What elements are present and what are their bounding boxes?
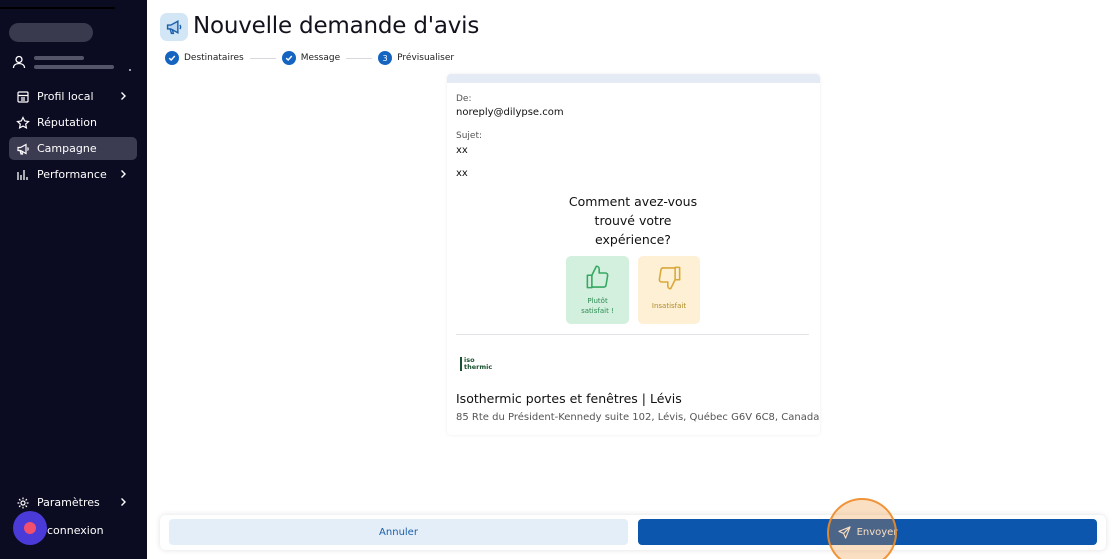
logout-link[interactable]: connexion [47,524,104,537]
thumbs-down-icon [658,266,681,290]
step-previsualiser[interactable]: Prévisualiser [397,53,454,63]
chevron-right-icon [121,92,126,100]
satisfied-label-line: Plutôt [587,297,608,305]
star-icon [16,115,30,129]
bar-chart-icon [17,169,28,180]
thumbs-up-icon [586,265,609,289]
user-name-placeholder [34,56,84,60]
sidebar-item-label: Campagne [37,142,97,155]
chevron-right-icon [121,170,126,178]
user-icon[interactable] [11,54,27,70]
from-label: De: [456,94,472,104]
recording-indicator[interactable] [13,511,47,545]
email-body: xx [456,168,468,179]
sidebar-top-line [0,7,115,9]
subject-label: Sujet: [456,131,483,141]
sidebar-item-reputation[interactable]: Réputation [9,111,137,134]
sidebar-item-label: Performance [37,168,107,181]
user-email-placeholder [34,65,114,69]
user-menu-dot [129,69,131,71]
card-divider [456,334,809,335]
campaign-header-icon [160,13,188,41]
step-done-icon [281,51,296,65]
sidebar-item-label: Réputation [37,116,97,129]
account-switcher[interactable] [9,23,93,42]
business-address: 85 Rte du Président-Kennedy suite 102, L… [456,412,820,423]
megaphone-icon [166,20,182,35]
sidebar-item-profil-local[interactable]: Profil local [9,85,137,108]
chevron-right-icon [121,498,126,506]
step-message[interactable]: Message [301,53,340,63]
send-icon [837,525,851,539]
satisfied-label: Plutôt satisfait ! [566,296,629,316]
stepper: Destinataires Message 3 Prévisualiser [165,51,454,65]
unsatisfied-label: Insatisfait [651,302,687,310]
satisfied-button[interactable]: Plutôt satisfait ! [566,256,629,324]
unsatisfied-button[interactable]: Insatisfait [638,256,700,324]
satisfied-label-line: satisfait ! [581,307,614,315]
business-logo: iso thermic [460,357,496,373]
send-label: Envoyer [856,526,898,538]
subject-value: xx [456,145,468,156]
sidebar-item-label: Profil local [37,90,94,103]
gear-icon [17,497,29,508]
sidebar-item-performance[interactable]: Performance [9,163,137,186]
step-destinataires[interactable]: Destinataires [184,53,244,63]
email-preview-card: De: noreply@dilypse.com Sujet: xx xx Com… [447,74,820,435]
action-bar: Annuler Envoyer [160,515,1106,550]
building-icon [17,90,29,103]
question-line: trouvé votre [594,213,672,228]
satisfaction-question: Comment avez-vous trouvé votre expérienc… [557,192,709,249]
step-connector [346,57,373,59]
question-line: expérience? [595,232,671,247]
cancel-button[interactable]: Annuler [169,519,628,545]
card-top-bar [447,74,820,83]
from-value: noreply@dilypse.com [456,107,564,118]
question-line: Comment avez-vous [568,194,698,209]
business-name: Isothermic portes et fenêtres | Lévis [456,391,682,406]
record-dot-icon [24,522,36,534]
step-number-badge: 3 [378,51,393,65]
sidebar: Profil local Réputation Campagne Perform… [0,0,147,559]
logo-text: thermic [464,363,493,371]
sidebar-item-label: Paramètres [37,496,100,509]
sidebar-item-campagne[interactable]: Campagne [9,137,137,160]
step-done-icon [165,51,179,65]
page-title: Nouvelle demande d'avis [193,13,480,39]
step-connector [249,57,276,59]
megaphone-icon [17,142,29,155]
send-button[interactable]: Envoyer [638,519,1097,545]
logo-bar [460,357,462,371]
